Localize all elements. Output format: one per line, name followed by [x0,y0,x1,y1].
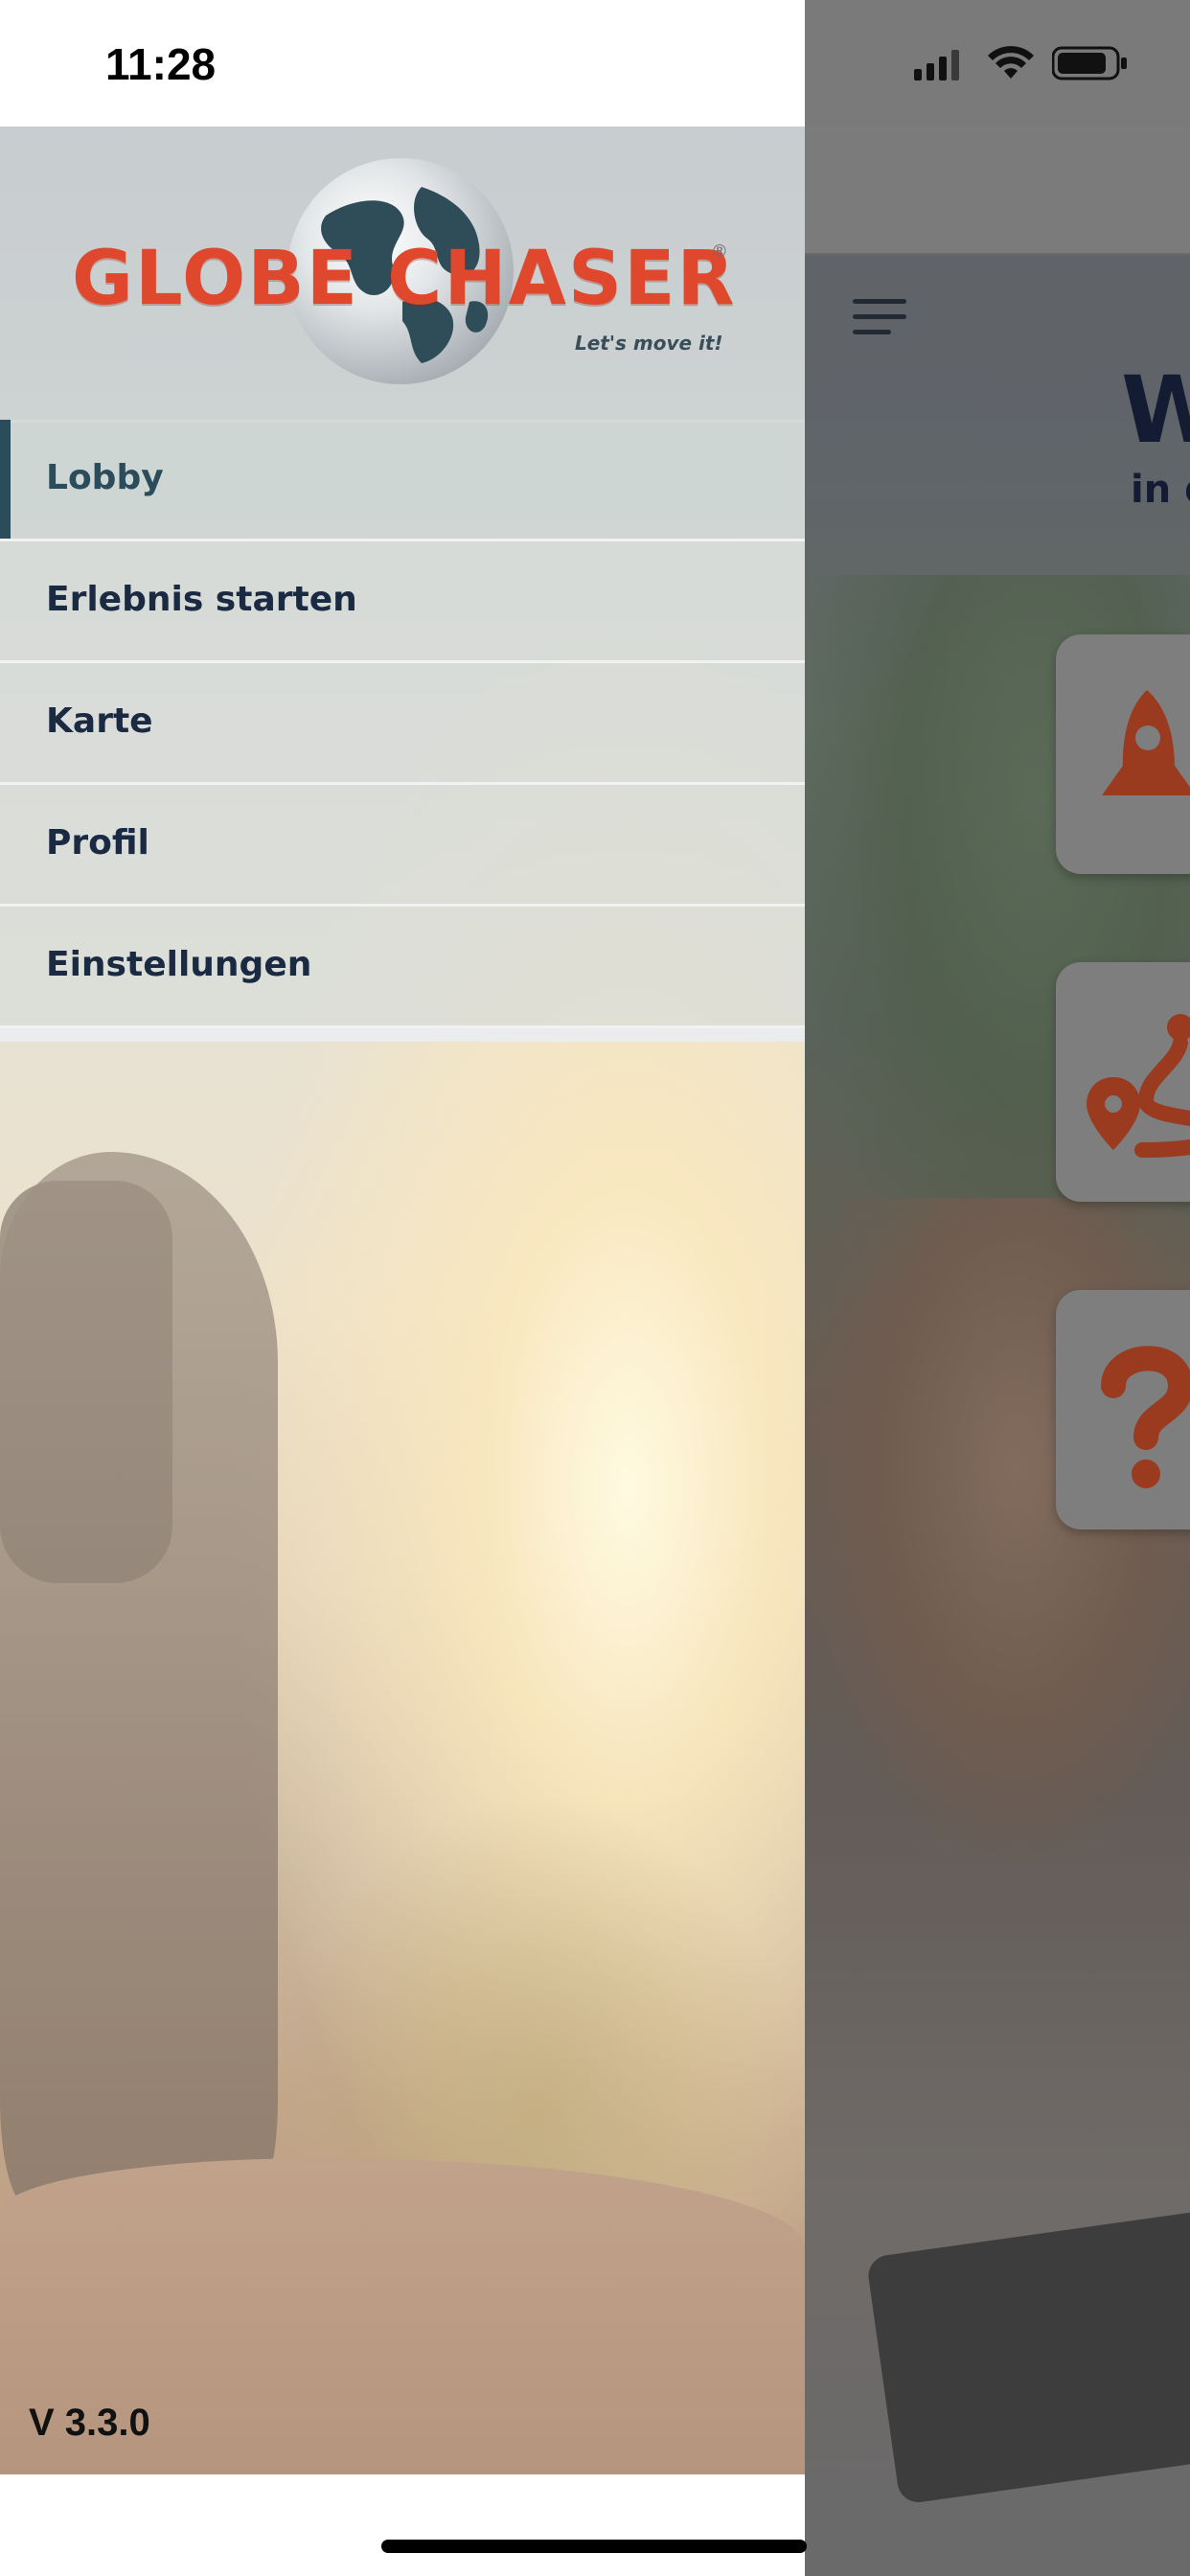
status-time: 11:28 [105,39,217,89]
question-mark-icon [1101,1346,1190,1488]
menu-item-profil[interactable]: Profil [0,785,805,907]
menu-item-label: Lobby [46,458,164,497]
drawer-header: GLOBE CHASER ® Let's move it! [0,126,805,423]
wifi-icon [988,46,1034,79]
menu-item-label: Erlebnis starten [46,580,357,619]
registered-mark: ® [711,242,728,262]
menu-item-lobby[interactable]: Lobby [0,420,805,541]
menu-item-label: Karte [46,702,153,741]
tile-start-experience[interactable] [1056,634,1190,874]
cellular-signal-icon [914,50,959,80]
tile-help[interactable] [1056,1290,1190,1530]
brand-tagline: Let's move it! [575,332,723,355]
grass-shape [268,1794,805,2196]
hiker-figure-shape [0,1152,278,2206]
active-indicator [0,420,11,539]
rocket-icon [1102,690,1190,795]
welcome-title: W [1121,356,1190,464]
menu-item-label: Profil [46,823,149,862]
tile-map[interactable] [1056,962,1190,1202]
status-bar-left: 11:28 [0,0,805,126]
background-tablet-image [865,2210,1190,2505]
app-version: V 3.3.0 [29,2402,150,2444]
status-bar-right [805,0,1190,126]
drawer-menu: Lobby Erlebnis starten Karte Profil Eins… [0,420,805,1042]
battery-icon [1052,46,1127,80]
drawer-bottom-bar [0,2474,805,2576]
menu-item-label: Einstellungen [46,945,312,984]
brand-wordmark: GLOBE CHASER [72,236,737,322]
menu-item-einstellungen[interactable]: Einstellungen [0,907,805,1028]
app-header [805,126,1190,334]
route-pin-icon [1087,1014,1190,1158]
hamburger-menu-icon[interactable] [853,297,906,337]
globe-chaser-logo: GLOBE CHASER ® Let's move it! [67,153,738,393]
menu-item-karte[interactable]: Karte [0,663,805,785]
main-screen-dimmed[interactable]: W in d [805,0,1190,2576]
menu-item-erlebnis-starten[interactable]: Erlebnis starten [0,541,805,663]
menu-divider [0,1028,805,1042]
home-indicator[interactable] [381,2540,807,2553]
navigation-drawer: 11:28 GLOBE CHASER ® Let's move it! Lobb… [0,0,805,2576]
welcome-subtitle: in d [1131,468,1190,512]
